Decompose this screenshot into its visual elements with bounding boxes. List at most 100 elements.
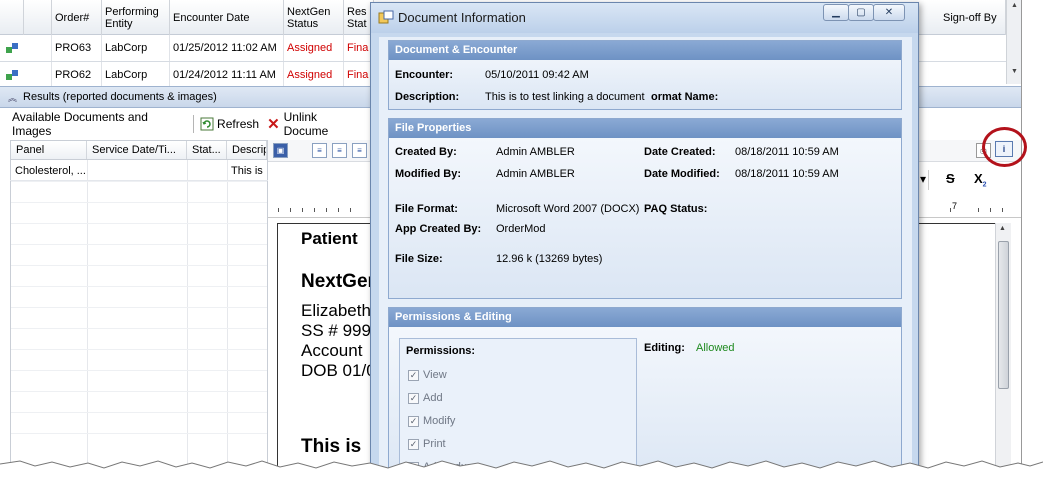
list-column-divider	[87, 160, 88, 469]
row-select-cell[interactable]	[24, 62, 52, 88]
ruler-tick	[290, 208, 291, 212]
checkbox-checked-icon: ✓	[408, 415, 419, 427]
permission-label: View	[423, 369, 447, 381]
scrollbar-thumb[interactable]	[998, 241, 1009, 389]
list-item[interactable]: Cholesterol, ... This is	[10, 161, 268, 181]
section-title: Permissions & Editing	[389, 308, 901, 327]
available-documents-label: Available Documents and Images	[12, 110, 148, 138]
save-icon[interactable]: ▣	[273, 143, 288, 158]
highlight-annotation-circle	[982, 127, 1027, 167]
documents-toolbar: Available Documents and Images Refresh ✕…	[0, 110, 370, 138]
paq-status-label: PAQ Status:	[644, 203, 708, 215]
permission-print: ✓ Print	[408, 438, 446, 450]
modified-by-value: Admin AMBLER	[496, 168, 575, 180]
scroll-up-arrow-icon[interactable]: ▲	[999, 225, 1006, 232]
grid-header-signoff[interactable]: Sign-off By	[940, 0, 1006, 35]
list-row-divider	[11, 202, 267, 203]
checkbox-checked-icon: ✓	[408, 438, 419, 450]
dialog-title-bar[interactable]: Document Information ▁ ▢ ✕	[371, 3, 918, 33]
doc-text-dob: DOB 01/0	[301, 361, 376, 380]
grid-header-entity[interactable]: Performing Entity	[102, 0, 170, 35]
entity-cell: LabCorp	[102, 35, 170, 61]
list-row-divider	[11, 265, 267, 266]
file-size-value: 12.96 k (13269 bytes)	[496, 253, 603, 265]
refresh-label: Refresh	[217, 117, 260, 131]
entity-cell: LabCorp	[102, 62, 170, 88]
ruler-tick	[326, 208, 327, 212]
close-icon: ✕	[884, 7, 894, 18]
grid-header-icon-col	[0, 0, 24, 35]
list-row-divider	[11, 391, 267, 392]
row-select-cell[interactable]	[24, 35, 52, 61]
align-right-icon[interactable]: ≡	[352, 143, 367, 158]
date-modified-label: Date Modified:	[644, 168, 720, 180]
list-header-status[interactable]: Stat...	[187, 141, 227, 159]
file-format-value: Microsoft Word 2007 (DOCX)	[496, 203, 640, 215]
ruler-tick	[302, 208, 303, 212]
results-section-label: Results (reported documents & images)	[23, 91, 217, 103]
maximize-icon: ▢	[856, 7, 866, 18]
date-created-label: Date Created:	[644, 146, 716, 158]
file-format-label: File Format:	[395, 203, 458, 215]
subscript-button[interactable]: X2	[974, 171, 987, 189]
ruler-tick	[1002, 208, 1003, 212]
list-header-description[interactable]: Descrip	[227, 141, 267, 159]
list-row-divider	[11, 433, 267, 434]
encounter-date-cell: 01/25/2012 11:02 AM	[170, 35, 284, 61]
ruler-tick	[338, 208, 339, 212]
align-left-icon[interactable]: ≡	[312, 143, 327, 158]
nextgen-status-cell: Assigned	[284, 35, 344, 61]
description-label: Description:	[395, 91, 460, 103]
document-info-window-icon	[378, 10, 394, 24]
order-cell: PRO62	[52, 62, 102, 88]
list-header-panel[interactable]: Panel	[11, 141, 87, 159]
unlink-x-icon: ✕	[267, 116, 280, 133]
ruler-marker: 7	[952, 201, 958, 211]
document-scrollbar[interactable]: ▲	[995, 223, 1011, 469]
grid-header-nextgen-status[interactable]: NextGen Status	[284, 0, 344, 35]
minimize-icon: ▁	[832, 7, 840, 18]
permission-label: Modify	[423, 415, 456, 427]
orders-grid-scrollbar[interactable]: ▲ ▼	[1006, 0, 1021, 84]
ruler-tick	[314, 208, 315, 212]
list-column-divider	[187, 160, 188, 469]
documents-list-header: Panel Service Date/Ti... Stat... Descrip	[10, 140, 268, 160]
list-row-divider	[11, 244, 267, 245]
date-created-value: 08/18/2011 10:59 AM	[735, 146, 839, 158]
doc-text-name: Elizabeth	[301, 301, 371, 320]
dialog-title: Document Information	[398, 10, 526, 25]
checkbox-checked-icon: ✓	[408, 369, 419, 381]
section-document-encounter: Document & Encounter Encounter: 05/10/20…	[388, 40, 902, 110]
section-title: Document & Encounter	[389, 41, 901, 60]
documents-list	[10, 160, 268, 469]
scroll-up-arrow-icon[interactable]: ▲	[1011, 2, 1018, 9]
ruler-tick	[950, 208, 951, 212]
list-row-divider	[11, 412, 267, 413]
document-information-dialog: Document Information ▁ ▢ ✕ Document & En…	[370, 2, 919, 472]
grid-header-encounter-date[interactable]: Encounter Date	[170, 0, 284, 35]
permission-label: Add	[423, 392, 443, 404]
minimize-button[interactable]: ▁	[823, 4, 849, 21]
refresh-button[interactable]: Refresh	[200, 117, 259, 131]
collapse-chevron-icon[interactable]: ︽	[8, 91, 17, 104]
order-cell: PRO63	[52, 35, 102, 61]
close-button[interactable]: ✕	[873, 4, 905, 21]
unlink-document-button[interactable]: ✕ Unlink Docume	[267, 110, 362, 138]
strikethrough-button[interactable]: S	[946, 171, 955, 186]
encounter-value: 05/10/2011 09:42 AM	[485, 69, 589, 81]
panel-cell: Cholesterol, ...	[15, 165, 86, 177]
scroll-down-arrow-icon[interactable]: ▼	[1011, 68, 1018, 75]
list-header-service-date[interactable]: Service Date/Ti...	[87, 141, 187, 159]
maximize-button[interactable]: ▢	[848, 4, 874, 21]
result-status-icon	[6, 70, 18, 80]
description-cell: This is	[231, 165, 263, 177]
file-size-label: File Size:	[395, 253, 443, 265]
nextgen-status-cell: Assigned	[284, 62, 344, 88]
align-center-icon[interactable]: ≡	[332, 143, 347, 158]
list-column-divider	[227, 160, 228, 469]
grid-header-order[interactable]: Order#	[52, 0, 102, 35]
permission-add: ✓ Add	[408, 392, 443, 404]
permission-modify: ✓ Modify	[408, 415, 455, 427]
dropdown-arrow-icon[interactable]: ▾	[920, 172, 926, 186]
permission-label: Print	[423, 438, 446, 450]
